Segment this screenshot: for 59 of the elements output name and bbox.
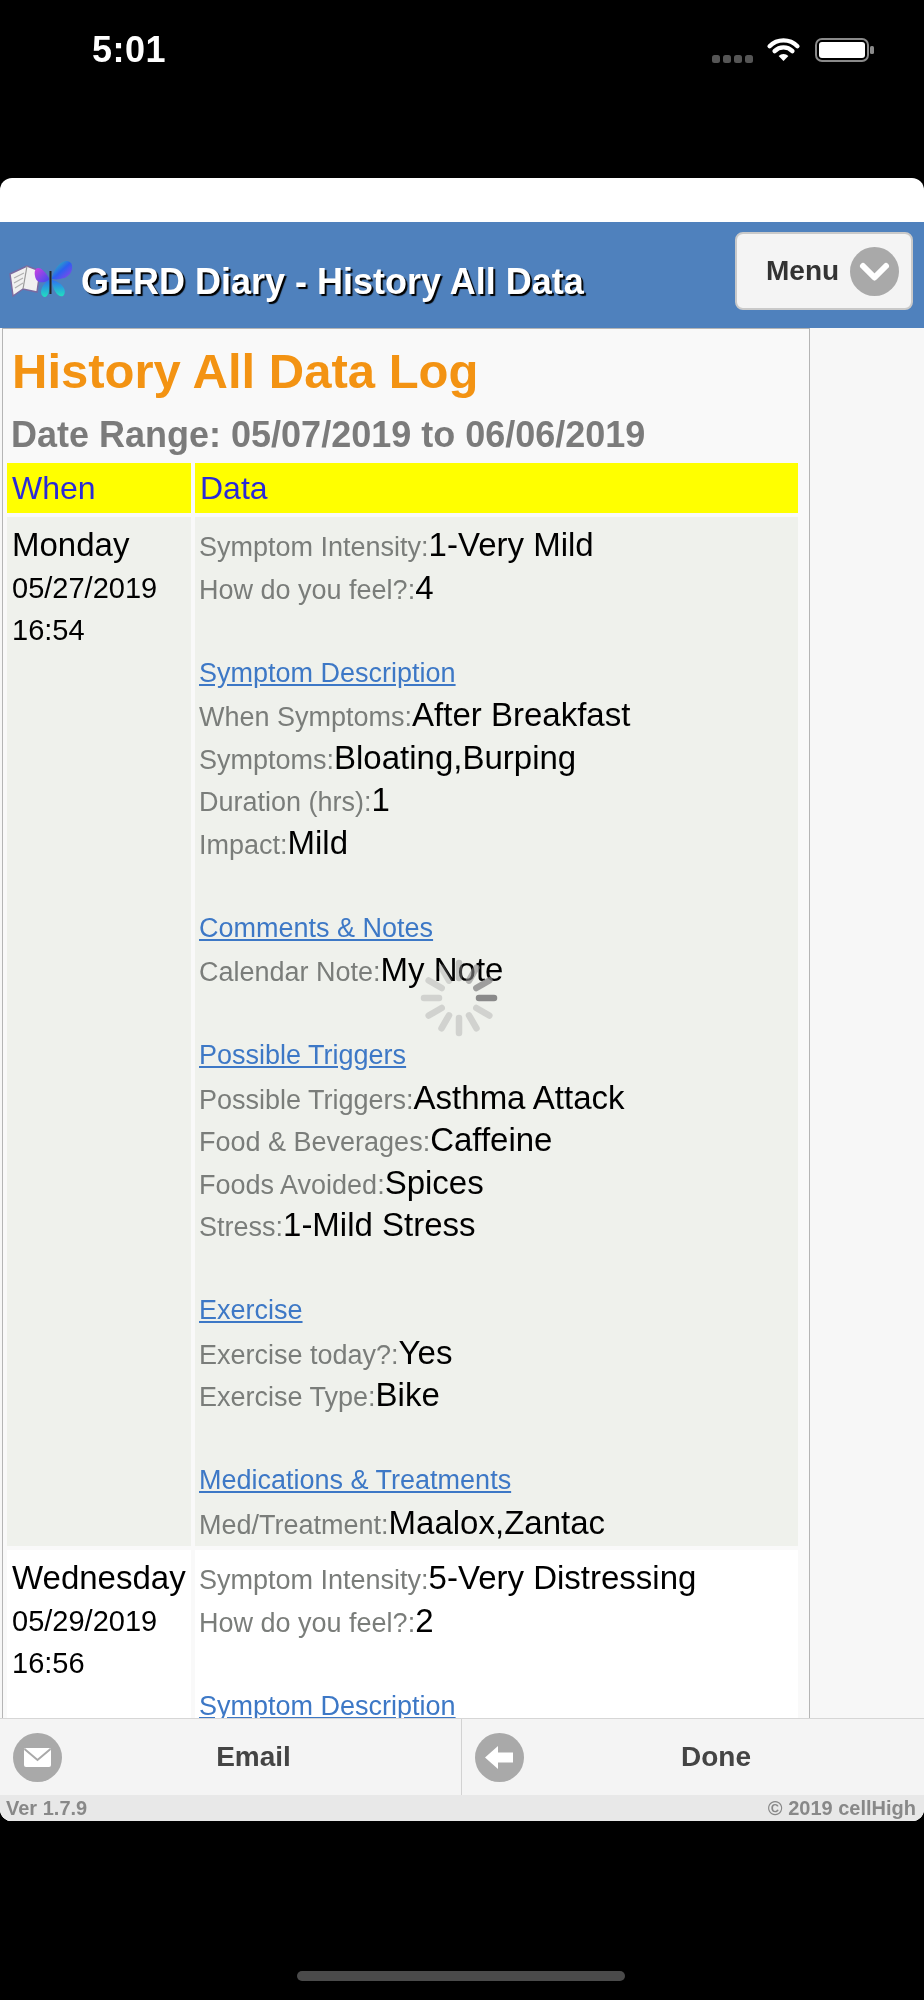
field-value: After Breakfast xyxy=(412,696,631,733)
date-range-text: Date Range: 05/07/2019 to 06/06/2019 xyxy=(10,413,647,457)
field-value: 1 xyxy=(371,781,390,818)
field-value: Asthma Attack xyxy=(413,1078,625,1116)
field-label: Impact: xyxy=(199,829,288,860)
chevron-down-icon xyxy=(850,246,900,296)
field-label: Calendar Note: xyxy=(199,957,381,987)
field-value: My Note xyxy=(380,951,504,988)
section-link[interactable]: Symptom Description xyxy=(199,657,456,688)
column-header: Data xyxy=(195,463,798,513)
field-label: Stress: xyxy=(199,1212,284,1242)
done-button[interactable]: Done xyxy=(462,1719,924,1795)
section-link[interactable]: Possible Triggers xyxy=(199,1040,407,1070)
field-label: How do you feel?: xyxy=(199,574,416,605)
day-text: Wednesday xyxy=(12,1558,187,1598)
field-value: Bloating,Burping xyxy=(334,738,577,776)
section-link[interactable]: Symptom Description xyxy=(199,1690,456,1721)
field-value: Spices xyxy=(384,1163,484,1201)
field-value: Maalox,Zantac xyxy=(388,1503,605,1541)
time-text: 16:54 xyxy=(12,613,86,648)
field-label: Duration (hrs): xyxy=(199,787,372,817)
field-value: 2 xyxy=(415,1601,434,1639)
field-value: 1-Very Mild xyxy=(428,526,594,563)
field-label: Possible Triggers: xyxy=(199,1084,414,1115)
field-value: 1-Mild Stress xyxy=(283,1206,476,1243)
status-time: 5:01 xyxy=(92,30,167,70)
envelope-icon xyxy=(13,1732,62,1782)
field-value: 4 xyxy=(415,568,434,606)
version-text: Ver 1.7.9 xyxy=(6,1796,88,1820)
copyright-text: © 2019 cellHigh xyxy=(767,1796,916,1820)
field-label: Foods Avoided: xyxy=(199,1169,385,1200)
date-text: 05/29/2019 xyxy=(12,1603,159,1639)
field-label: Symptoms: xyxy=(199,744,335,775)
app-title: GERD Diary - History All Data xyxy=(81,261,584,303)
section-link[interactable]: Comments & Notes xyxy=(199,912,434,943)
time-text: 16:56 xyxy=(12,1646,86,1681)
date-text: 05/27/2019 xyxy=(12,570,159,606)
signal-icon xyxy=(712,55,753,63)
field-label: Symptom Intensity: xyxy=(199,1565,429,1595)
field-value: 5-Very Distressing xyxy=(428,1559,697,1596)
field-label: Exercise Type: xyxy=(199,1382,376,1412)
field-value: Yes xyxy=(398,1333,453,1371)
field-value: Mild xyxy=(287,823,349,861)
section-link[interactable]: Exercise xyxy=(199,1295,303,1325)
battery-icon xyxy=(815,38,874,62)
field-value: Bike xyxy=(375,1376,440,1413)
field-label: When Symptoms: xyxy=(199,702,413,732)
field-label: Symptom Intensity: xyxy=(199,532,429,562)
log-title: History All Data Log xyxy=(11,343,480,399)
field-value: Caffeine xyxy=(430,1121,553,1158)
column-header: When xyxy=(7,463,191,513)
section-link[interactable]: Medications & Treatments xyxy=(199,1465,512,1495)
menu-button[interactable]: Menu xyxy=(735,232,913,310)
field-label: Food & Beverages: xyxy=(199,1127,431,1157)
field-label: How do you feel?: xyxy=(199,1607,416,1638)
wifi-icon xyxy=(766,36,801,62)
day-text: Monday xyxy=(12,525,131,565)
field-label: Exercise today?: xyxy=(199,1339,399,1370)
field-label: Med/Treatment: xyxy=(199,1509,389,1540)
